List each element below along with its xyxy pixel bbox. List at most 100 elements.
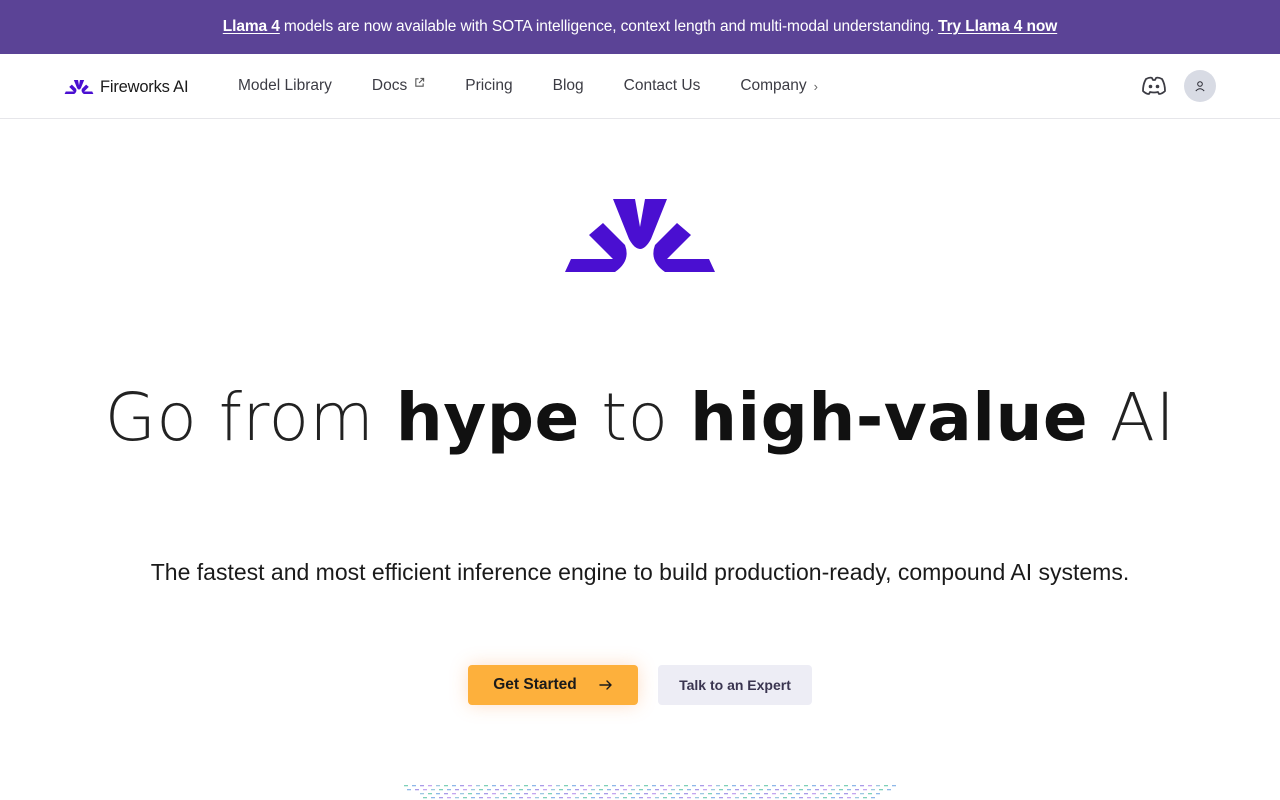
decorative-dot <box>655 797 659 799</box>
decorative-dot <box>700 793 704 795</box>
decorative-dot <box>892 785 896 787</box>
talk-to-expert-button[interactable]: Talk to an Expert <box>658 665 812 705</box>
decorative-dot <box>660 793 664 795</box>
get-started-button[interactable]: Get Started <box>468 665 638 705</box>
decorative-dot <box>828 793 832 795</box>
external-link-icon <box>415 77 425 87</box>
decorative-dot <box>871 797 875 799</box>
decorative-dot <box>479 797 483 799</box>
nav-pricing[interactable]: Pricing <box>465 77 512 95</box>
decorative-dot <box>855 789 859 791</box>
nav-model-library[interactable]: Model Library <box>238 77 332 95</box>
decorative-dot <box>692 793 696 795</box>
decorative-dot <box>532 785 536 787</box>
decorative-dot <box>495 789 499 791</box>
decorative-dot <box>591 797 595 799</box>
fireworks-logo-icon <box>64 80 94 94</box>
decorative-dot <box>615 797 619 799</box>
decorative-dot <box>671 797 675 799</box>
decorative-dot <box>756 793 760 795</box>
decorative-dot <box>767 797 771 799</box>
nav-company[interactable]: Company › <box>740 77 818 95</box>
decorative-dot <box>623 797 627 799</box>
decorative-dot <box>748 793 752 795</box>
decorative-dot <box>740 793 744 795</box>
decorative-dot <box>492 785 496 787</box>
nav-docs[interactable]: Docs <box>372 77 425 95</box>
decorative-dot <box>484 793 488 795</box>
decorative-dot <box>623 789 627 791</box>
decorative-dot <box>639 789 643 791</box>
decorative-dot <box>484 785 488 787</box>
decorative-dot <box>500 793 504 795</box>
decorative-dot <box>471 797 475 799</box>
decorative-dot <box>727 789 731 791</box>
try-llama4-link[interactable]: Try Llama 4 now <box>938 18 1057 36</box>
decorative-dot <box>724 785 728 787</box>
decorative-dot <box>487 789 491 791</box>
decorative-dot <box>687 797 691 799</box>
decorative-dot <box>572 793 576 795</box>
decorative-dot <box>487 797 491 799</box>
decorative-dot <box>572 785 576 787</box>
decorative-dot <box>500 785 504 787</box>
headline-word-to: to <box>601 379 669 456</box>
decorative-dot <box>780 785 784 787</box>
decorative-dot <box>463 797 467 799</box>
arrow-right-icon <box>599 680 612 690</box>
decorative-dot <box>620 785 624 787</box>
decorative-dot <box>455 789 459 791</box>
decorative-dot <box>751 797 755 799</box>
get-started-label: Get Started <box>493 676 577 693</box>
decorative-dot <box>812 793 816 795</box>
decorative-dot <box>428 785 432 787</box>
decorative-dot <box>615 789 619 791</box>
decorative-dot <box>516 785 520 787</box>
nav-contact-us[interactable]: Contact Us <box>624 77 701 95</box>
decorative-dot <box>556 793 560 795</box>
decorative-dot <box>583 789 587 791</box>
decorative-dot <box>527 797 531 799</box>
decorative-dot <box>743 789 747 791</box>
decorative-dot <box>828 785 832 787</box>
headline-word-high-value: high-value <box>690 379 1089 456</box>
decorative-dot <box>804 785 808 787</box>
llama4-link[interactable]: Llama 4 <box>223 18 280 36</box>
user-icon[interactable] <box>1184 70 1216 102</box>
decorative-dot <box>679 797 683 799</box>
decorative-dot <box>476 793 480 795</box>
decorative-dot <box>876 793 880 795</box>
decorative-dot <box>628 793 632 795</box>
nav-blog[interactable]: Blog <box>553 77 584 95</box>
decorative-dot <box>791 797 795 799</box>
decorative-dot <box>556 785 560 787</box>
decorative-dots-graphic <box>404 785 896 799</box>
decorative-dot <box>788 785 792 787</box>
decorative-dot <box>404 785 408 787</box>
decorative-dot <box>644 793 648 795</box>
decorative-dot <box>535 789 539 791</box>
decorative-dot <box>439 789 443 791</box>
decorative-dot <box>431 789 435 791</box>
decorative-dot <box>695 789 699 791</box>
decorative-dot <box>460 793 464 795</box>
decorative-dot <box>884 785 888 787</box>
decorative-dot <box>695 797 699 799</box>
nav-docs-label: Docs <box>371 77 408 94</box>
decorative-dot <box>804 793 808 795</box>
decorative-dot <box>719 797 723 799</box>
decorative-dot <box>780 793 784 795</box>
decorative-dot <box>812 785 816 787</box>
decorative-dot <box>871 789 875 791</box>
decorative-dot <box>631 797 635 799</box>
decorative-dot <box>783 789 787 791</box>
decorative-dot <box>655 789 659 791</box>
decorative-dot <box>727 797 731 799</box>
decorative-dot <box>620 793 624 795</box>
decorative-dot <box>599 797 603 799</box>
decorative-dot <box>791 789 795 791</box>
discord-icon[interactable] <box>1140 74 1168 98</box>
brand-logo-link[interactable]: Fireworks AI <box>64 76 189 98</box>
decorative-dot <box>447 789 451 791</box>
decorative-dot <box>671 789 675 791</box>
